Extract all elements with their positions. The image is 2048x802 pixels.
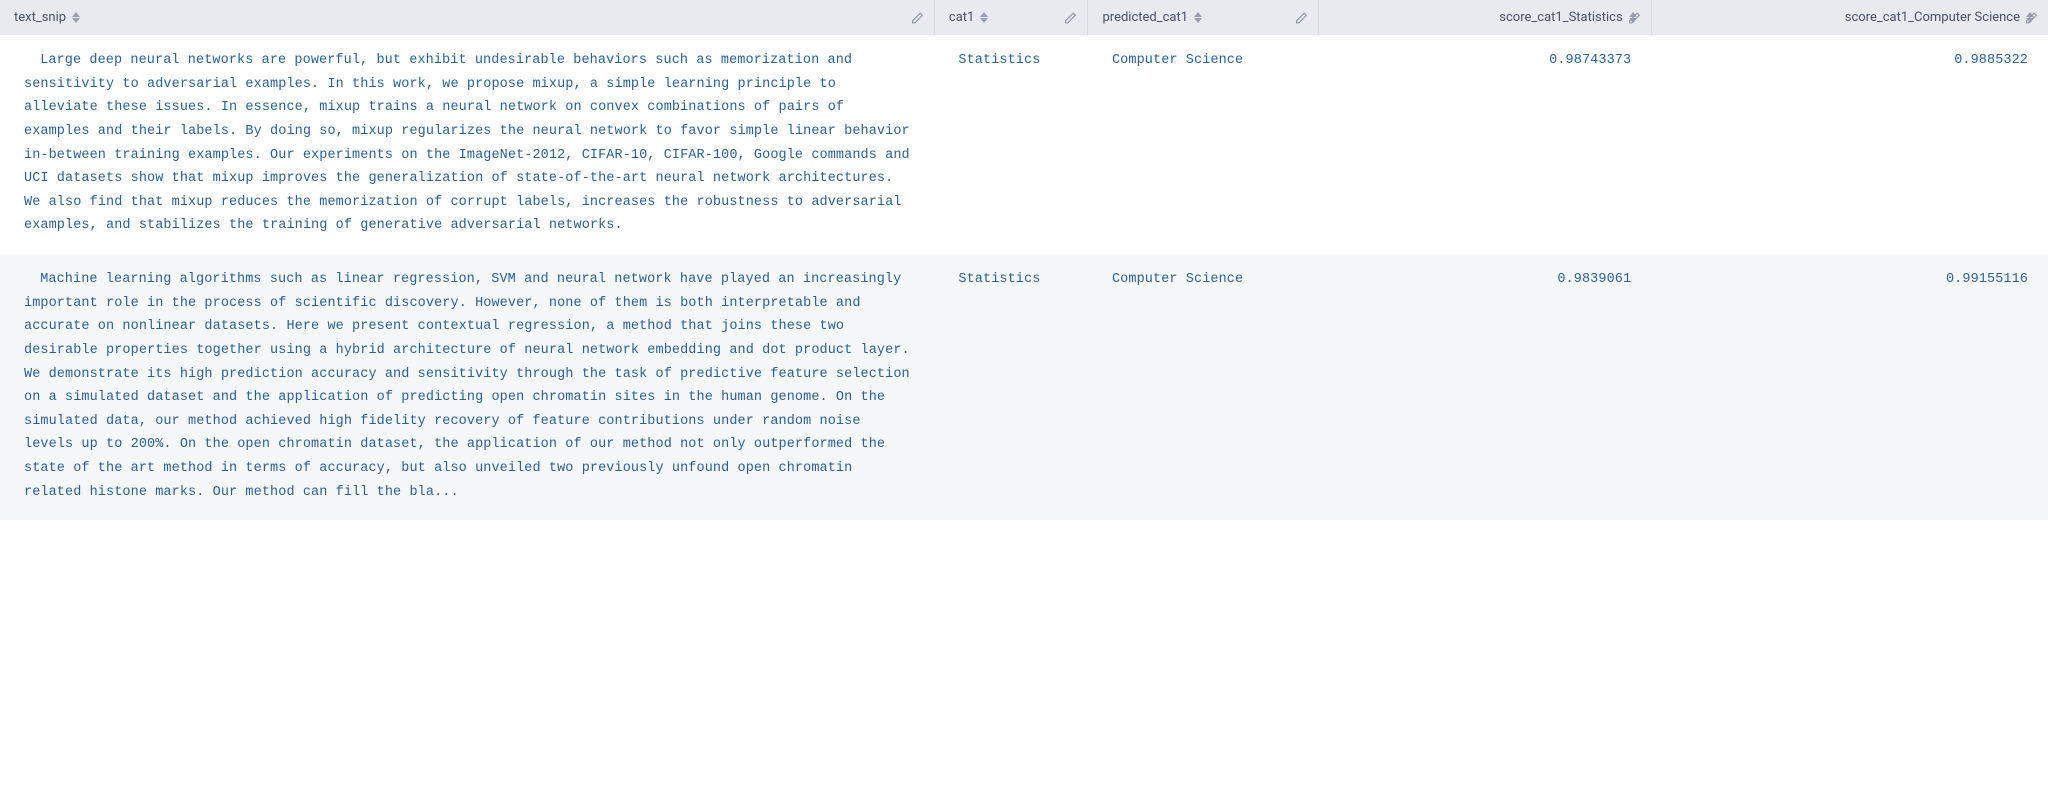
sort-icon[interactable] (980, 12, 988, 23)
cell-text_snip[interactable]: Machine learning algorithms such as line… (0, 254, 934, 520)
cell-cat1[interactable]: Statistics (934, 35, 1088, 254)
cell-cat1[interactable]: Statistics (934, 254, 1088, 520)
header-row: text_snip cat1 (0, 0, 2048, 35)
data-table: text_snip cat1 (0, 0, 2048, 520)
col-header-predicted_cat1[interactable]: predicted_cat1 (1088, 0, 1318, 35)
pencil-icon[interactable] (911, 11, 924, 24)
col-header-score_cat1_ComputerScience[interactable]: score_cat1_Computer Science (1651, 0, 2048, 35)
pencil-icon[interactable] (1064, 11, 1077, 24)
col-label: text_snip (14, 10, 66, 25)
pencil-icon[interactable] (1628, 11, 1641, 24)
cell-text_snip[interactable]: Large deep neural networks are powerful,… (0, 35, 934, 254)
sort-icon[interactable] (1194, 12, 1202, 23)
table-body: Large deep neural networks are powerful,… (0, 35, 2048, 520)
pencil-icon[interactable] (1295, 11, 1308, 24)
col-label: cat1 (949, 10, 974, 25)
col-header-score_cat1_Statistics[interactable]: score_cat1_Statistics (1318, 0, 1651, 35)
col-header-cat1[interactable]: cat1 (934, 0, 1088, 35)
table-row[interactable]: Large deep neural networks are powerful,… (0, 35, 2048, 254)
pencil-icon[interactable] (2025, 11, 2038, 24)
cell-score-cs[interactable]: 0.99155116 (1651, 254, 2048, 520)
col-label: predicted_cat1 (1102, 10, 1188, 25)
col-header-text_snip[interactable]: text_snip (0, 0, 934, 35)
sort-icon[interactable] (72, 12, 80, 23)
table-row[interactable]: Machine learning algorithms such as line… (0, 254, 2048, 520)
cell-predicted_cat1[interactable]: Computer Science (1088, 254, 1318, 520)
cell-score-cs[interactable]: 0.9885322 (1651, 35, 2048, 254)
cell-score-statistics[interactable]: 0.9839061 (1318, 254, 1651, 520)
cell-predicted_cat1[interactable]: Computer Science (1088, 35, 1318, 254)
col-label: score_cat1_Computer Science (1845, 10, 2020, 25)
col-label: score_cat1_Statistics (1499, 10, 1622, 25)
cell-score-statistics[interactable]: 0.98743373 (1318, 35, 1651, 254)
